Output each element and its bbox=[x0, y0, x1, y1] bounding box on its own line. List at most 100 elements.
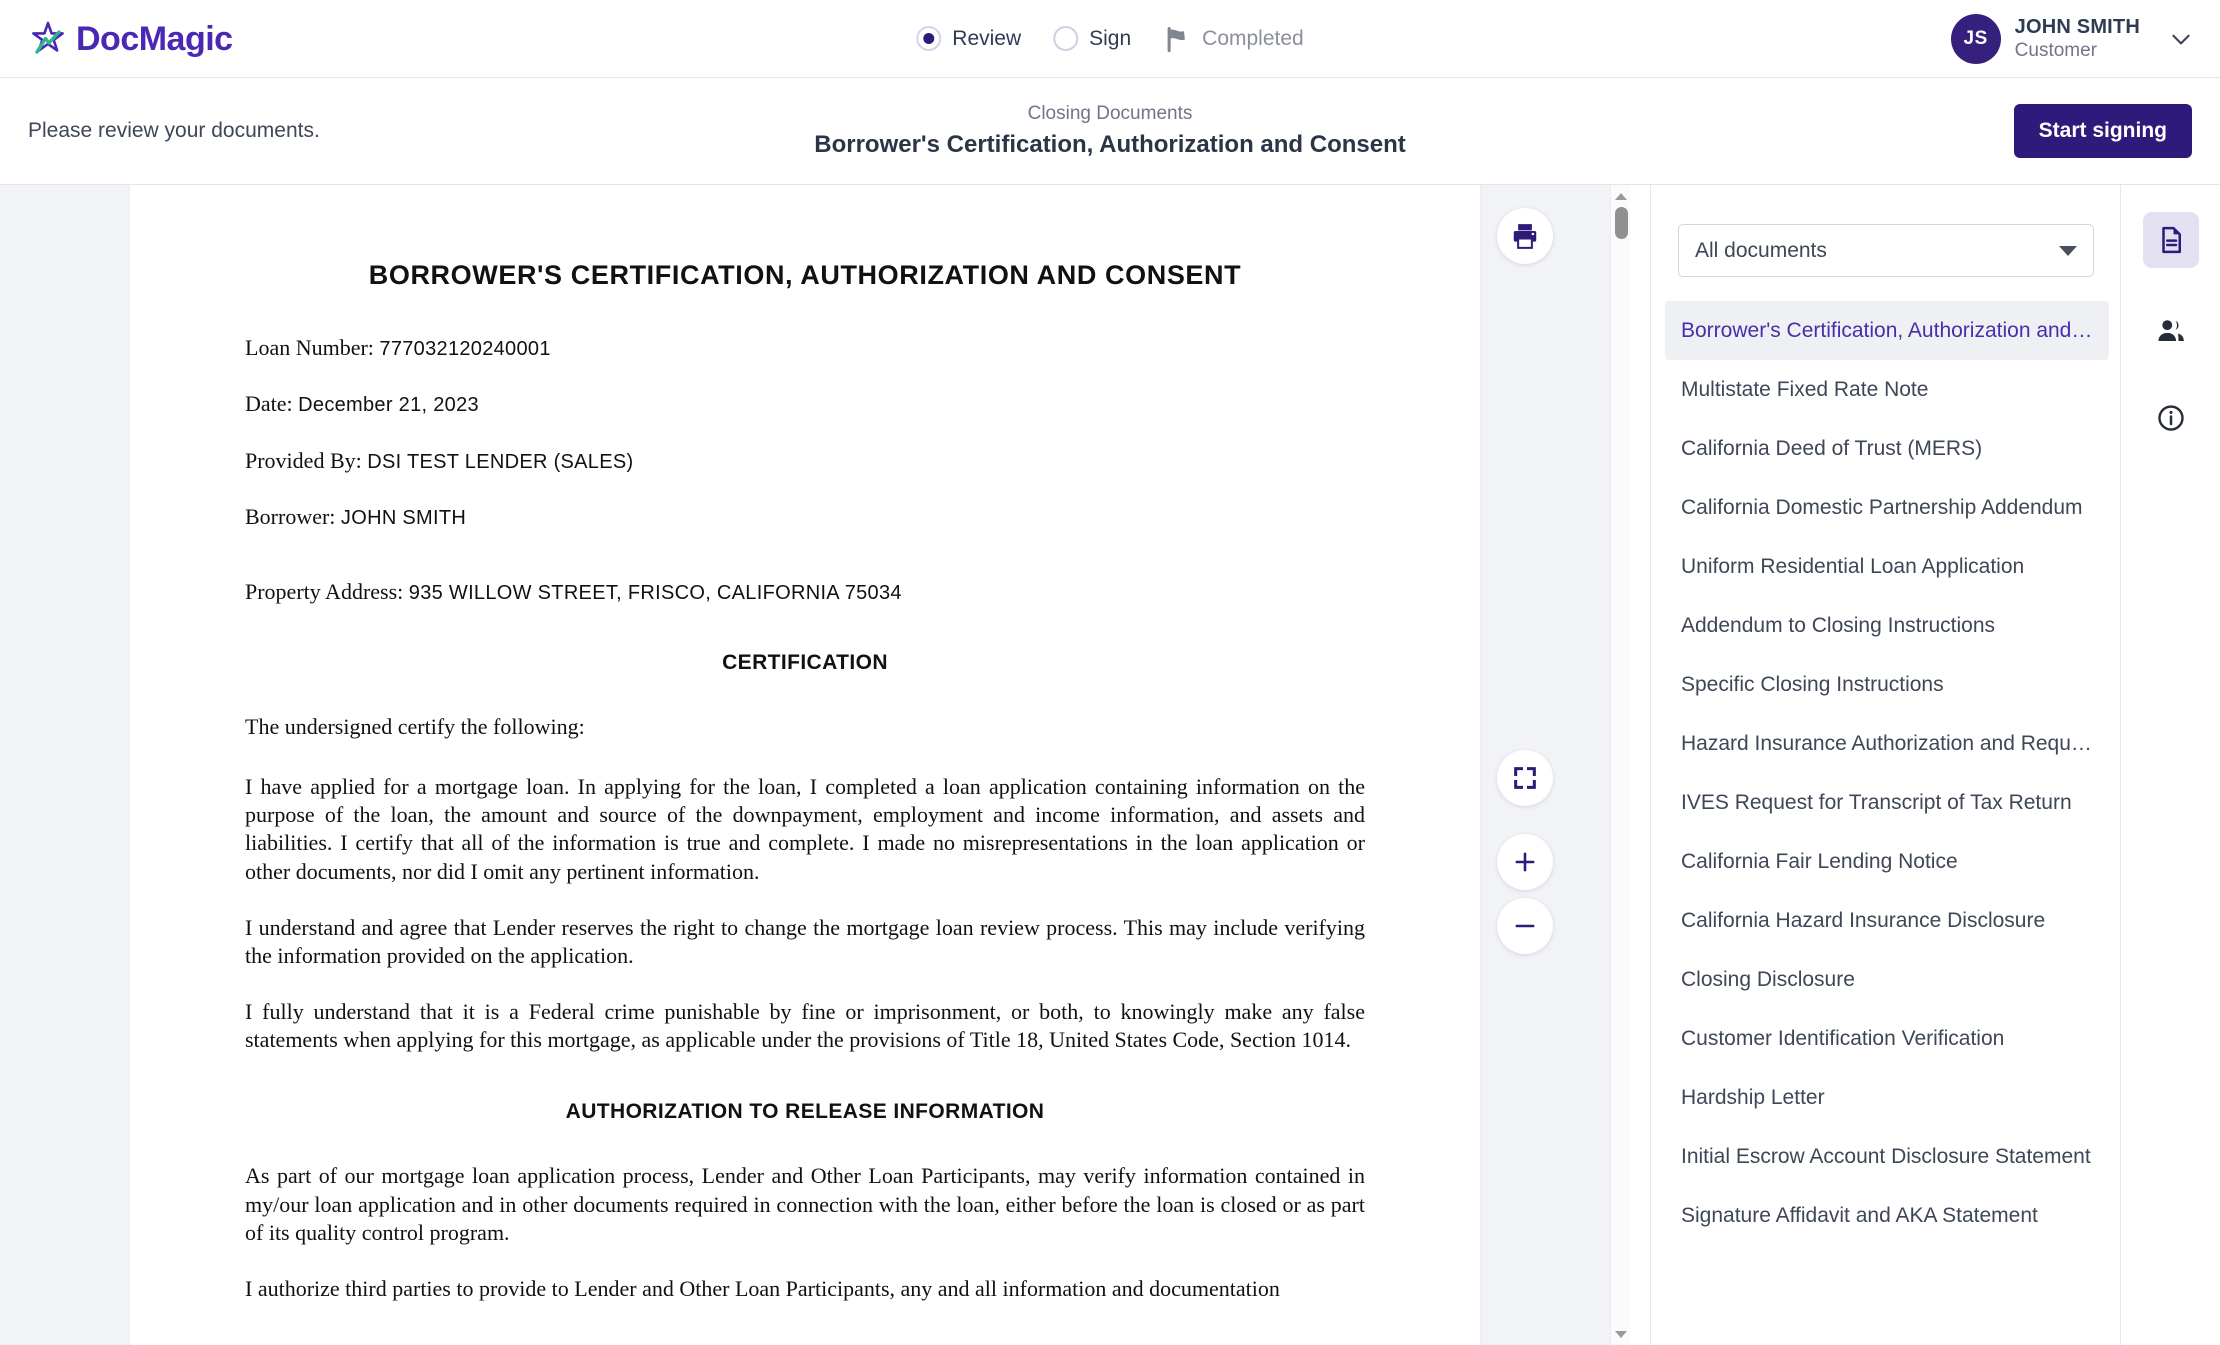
plus-icon bbox=[1515, 852, 1535, 872]
step-sign[interactable]: Sign bbox=[1037, 26, 1147, 51]
document-viewer: BORROWER'S CERTIFICATION, AUTHORIZATION … bbox=[0, 185, 1630, 1345]
fullscreen-icon bbox=[1514, 767, 1536, 789]
doc-field-label: Property Address: bbox=[245, 578, 404, 604]
profile-names: JOHN SMITH Customer bbox=[2015, 15, 2140, 63]
docmagic-star-icon bbox=[32, 21, 64, 54]
start-signing-button[interactable]: Start signing bbox=[2013, 104, 2192, 158]
doc-paragraph: I authorize third parties to provide to … bbox=[245, 1275, 1280, 1301]
document-list-item-label: California Fair Lending Notice bbox=[1681, 849, 1958, 873]
document-list-item-label: California Hazard Insurance Disclosure bbox=[1681, 908, 2046, 932]
document-list-item-label: California Deed of Trust (MERS) bbox=[1681, 436, 1983, 460]
profile-role: Customer bbox=[2014, 40, 2098, 62]
doc-heading: BORROWER'S CERTIFICATION, AUTHORIZATION … bbox=[368, 260, 1242, 290]
page-title: Borrower's Certification, Authorization … bbox=[814, 131, 1406, 158]
sub-header: Please review your documents. Closing Do… bbox=[0, 78, 2220, 185]
document-list-item[interactable]: Hazard Insurance Authorization and Requi… bbox=[1665, 714, 2109, 773]
document-list-item[interactable]: IVES Request for Transcript of Tax Retur… bbox=[1665, 773, 2109, 832]
viewer-scrollbar[interactable] bbox=[1610, 185, 1630, 1345]
document-list-item[interactable]: Uniform Residential Loan Application bbox=[1665, 537, 2109, 596]
viewer-toolbar bbox=[1480, 185, 1610, 1345]
progress-stepper: Review Sign Completed bbox=[900, 25, 1319, 53]
document-list-item[interactable]: California Fair Lending Notice bbox=[1665, 832, 2109, 891]
doc-field-borrower: Borrower: JOHN SMITH bbox=[245, 504, 1365, 530]
document-filter-value: All documents bbox=[1695, 238, 1827, 262]
scrollbar-thumb[interactable] bbox=[1615, 207, 1628, 239]
fullscreen-button[interactable] bbox=[1497, 750, 1553, 806]
brand-name: DocMagic bbox=[76, 19, 233, 58]
document-list-item[interactable]: Signature Affidavit and AKA Statement bbox=[1665, 1186, 2109, 1245]
doc-field-provided-by: Provided By: DSI TEST LENDER (SALES) bbox=[245, 448, 1365, 474]
top-header: DocMagic Review Sign Completed JS JOHN S… bbox=[0, 0, 2220, 78]
doc-field-value: DSI TEST LENDER (SALES) bbox=[367, 450, 634, 473]
doc-section-certification: CERTIFICATION bbox=[722, 650, 888, 674]
document-filter-select[interactable]: All documents bbox=[1678, 224, 2094, 277]
scroll-down-arrow[interactable] bbox=[1611, 1325, 1630, 1343]
info-icon bbox=[2158, 405, 2184, 431]
zoom-in-button[interactable] bbox=[1497, 834, 1553, 890]
profile-menu[interactable]: JS JOHN SMITH Customer bbox=[1950, 13, 2194, 64]
side-icon-rail bbox=[2120, 185, 2220, 1345]
document-list-item[interactable]: Hardship Letter bbox=[1665, 1068, 2109, 1127]
document-list-item-label: California Domestic Partnership Addendum bbox=[1681, 495, 2083, 519]
profile-name: JOHN SMITH bbox=[2014, 15, 2140, 38]
doc-field-date: Date: December 21, 2023 bbox=[245, 391, 1365, 417]
document-list-item[interactable]: Addendum to Closing Instructions bbox=[1665, 596, 2109, 655]
doc-field-value: JOHN SMITH bbox=[340, 507, 467, 530]
document-list-item[interactable]: Multistate Fixed Rate Note bbox=[1665, 360, 2109, 419]
step-sign-label: Sign bbox=[1089, 26, 1132, 50]
document-list-item-label: Hazard Insurance Authorization and Requi… bbox=[1681, 731, 2093, 755]
people-icon bbox=[2158, 320, 2184, 341]
document-list-item[interactable]: Specific Closing Instructions bbox=[1665, 655, 2109, 714]
doc-paragraph: As part of our mortgage loan application… bbox=[245, 1163, 1365, 1245]
chevron-down-icon[interactable] bbox=[2168, 26, 2194, 52]
document-list-item[interactable]: Borrower's Certification, Authorization … bbox=[1665, 301, 2109, 360]
document-list-item-label: IVES Request for Transcript of Tax Retur… bbox=[1681, 790, 2072, 814]
package-name: Closing Documents bbox=[1027, 103, 1193, 124]
scroll-up-arrow[interactable] bbox=[1611, 187, 1630, 205]
step-completed-label: Completed bbox=[1202, 26, 1304, 50]
print-icon bbox=[1513, 224, 1537, 249]
document-list-item-label: Closing Disclosure bbox=[1681, 967, 1855, 991]
doc-lead-text: The undersigned certify the following: bbox=[245, 713, 585, 739]
document-title-block: Closing Documents Borrower's Certificati… bbox=[814, 103, 1406, 159]
document-page: BORROWER'S CERTIFICATION, AUTHORIZATION … bbox=[130, 185, 1480, 1345]
doc-field-value: 777032120240001 bbox=[379, 338, 551, 360]
doc-field-label: Borrower: bbox=[245, 504, 336, 530]
document-list-item-label: Uniform Residential Loan Application bbox=[1681, 554, 2025, 578]
doc-field-value: December 21, 2023 bbox=[298, 394, 479, 417]
participants-tab[interactable] bbox=[2143, 303, 2199, 359]
doc-paragraph: I fully understand that it is a Federal … bbox=[245, 999, 1365, 1053]
document-list-item[interactable]: Closing Disclosure bbox=[1665, 950, 2109, 1009]
brand-logo[interactable]: DocMagic bbox=[28, 19, 233, 59]
info-tab[interactable] bbox=[2143, 390, 2199, 446]
doc-field-property-address: Property Address: 935 WILLOW STREET, FRI… bbox=[245, 579, 1365, 605]
document-list-item-label: Customer Identification Verification bbox=[1681, 1026, 2005, 1050]
document-list-item-label: Hardship Letter bbox=[1681, 1085, 1825, 1109]
doc-field-label: Loan Number: bbox=[245, 335, 374, 360]
zoom-out-button[interactable] bbox=[1497, 898, 1553, 954]
document-list-item-label: Signature Affidavit and AKA Statement bbox=[1681, 1203, 2038, 1227]
flag-icon bbox=[1167, 26, 1185, 52]
print-button[interactable] bbox=[1497, 208, 1553, 264]
document-list-item[interactable]: Customer Identification Verification bbox=[1665, 1009, 2109, 1068]
review-instruction: Please review your documents. bbox=[28, 119, 320, 142]
document-list-item-label: Multistate Fixed Rate Note bbox=[1681, 377, 1929, 401]
documents-tab[interactable] bbox=[2143, 212, 2199, 268]
chevron-down-icon bbox=[2059, 245, 2077, 256]
document-list-item-label: Initial Escrow Account Disclosure Statem… bbox=[1681, 1144, 2091, 1168]
document-list-item[interactable]: California Domestic Partnership Addendum bbox=[1665, 478, 2109, 537]
document-list-item[interactable]: California Deed of Trust (MERS) bbox=[1665, 419, 2109, 478]
step-completed[interactable]: Completed bbox=[1147, 25, 1320, 53]
document-list-item[interactable]: California Hazard Insurance Disclosure bbox=[1665, 891, 2109, 950]
doc-field-label: Provided By: bbox=[245, 447, 362, 473]
document-list-panel: All documents Borrower's Certification, … bbox=[1650, 185, 2120, 1345]
avatar: JS bbox=[1950, 13, 2001, 64]
document-list-item-label: Borrower's Certification, Authorization … bbox=[1681, 318, 2093, 342]
document-icon bbox=[2162, 226, 2181, 254]
document-list-item[interactable]: Initial Escrow Account Disclosure Statem… bbox=[1665, 1127, 2109, 1186]
doc-field-label: Date: bbox=[245, 391, 293, 417]
doc-field-value: 935 WILLOW STREET, FRISCO, CALIFORNIA 75… bbox=[408, 581, 902, 604]
document-list-item-label: Addendum to Closing Instructions bbox=[1681, 613, 1996, 637]
document-list-item-label: Specific Closing Instructions bbox=[1681, 672, 1944, 696]
step-review[interactable]: Review bbox=[900, 26, 1037, 51]
